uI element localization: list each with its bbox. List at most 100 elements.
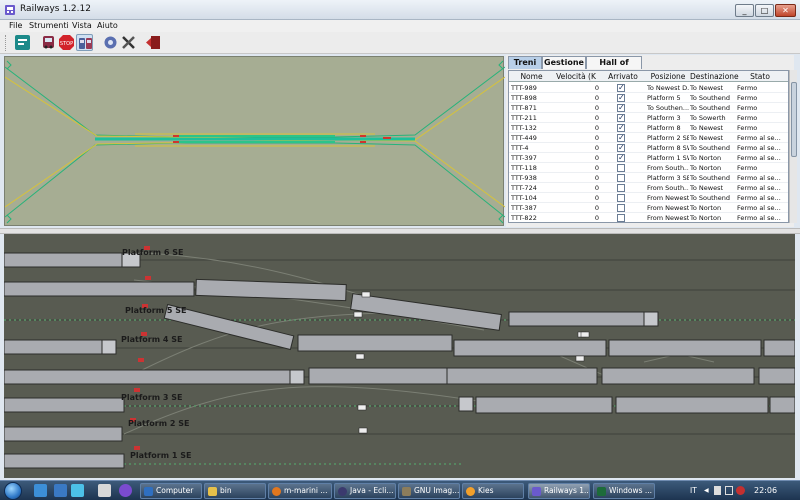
table-row[interactable]: TTT-397 0 Platform 1 SWTo Norton Fermo al s… [509, 153, 788, 163]
taskbar-firefox[interactable]: m-marini ... [268, 483, 332, 499]
column-destinazione[interactable]: Destinazione [690, 72, 739, 81]
clock[interactable]: 22:06 [754, 486, 777, 495]
taskbar-kies[interactable]: Kies [462, 483, 524, 499]
folder-icon[interactable] [54, 484, 67, 497]
cell-state: Fermo al se... [737, 134, 781, 142]
cell-destination: To Norton [690, 214, 722, 222]
arrived-checkbox[interactable] [617, 123, 625, 132]
cell-destination: To Southend [690, 94, 731, 102]
menu-vista[interactable]: Vista [72, 21, 92, 30]
menu-file[interactable]: File [9, 21, 22, 30]
arrived-checkbox[interactable] [617, 214, 625, 222]
arrived-checkbox[interactable] [617, 93, 625, 102]
cell-name: TTT-132 [511, 124, 537, 132]
column-posizione[interactable]: Posizione [647, 72, 689, 81]
arrived-checkbox[interactable] [617, 143, 625, 152]
tab-treni[interactable]: Treni [508, 56, 542, 69]
start-button[interactable] [4, 482, 22, 500]
cell-name: TTT-104 [511, 194, 537, 202]
arrived-checkbox[interactable] [617, 194, 625, 202]
table-row[interactable]: TTT-989 0 To Newest D...To Newest Fermo [509, 83, 788, 93]
table-row[interactable]: TTT-387 0 From Newest To Norton Fermo al se.… [509, 203, 788, 213]
taskbar-gimp[interactable]: GNU Imag... [398, 483, 460, 499]
arrived-checkbox[interactable] [617, 153, 625, 162]
arrived-checkbox[interactable] [617, 164, 625, 172]
menu-strumenti[interactable]: Strumenti [29, 21, 69, 30]
table-row[interactable]: TTT-118 0 From South... To Norton Fermo [509, 163, 788, 173]
cell-state: Fermo al se... [737, 174, 781, 182]
control-panel-icon[interactable] [98, 484, 111, 497]
table-row[interactable]: TTT-898 0 Platform 5 To Southend Fermo [509, 93, 788, 103]
column-nome[interactable]: Nome [511, 72, 552, 81]
stop-button[interactable]: STOP [58, 34, 75, 51]
cell-destination: To Newest [690, 134, 724, 142]
cell-position: From South... [647, 164, 689, 172]
arrived-checkbox[interactable] [617, 103, 625, 112]
toolbar-grip[interactable] [5, 35, 8, 51]
table-row[interactable]: TTT-724 0 From South... To Newest Fermo al s… [509, 183, 788, 193]
media-icon[interactable] [119, 484, 132, 497]
cell-destination: To Newest [690, 184, 724, 192]
cell-name: TTT-387 [511, 204, 537, 212]
network-icon[interactable] [725, 486, 733, 495]
taskbar-eclipse[interactable]: Java - Ecli... [334, 483, 396, 499]
cell-position: Platform 1 SW [647, 154, 689, 162]
tools-icon [122, 36, 135, 49]
close-button[interactable]: ✕ [775, 4, 796, 17]
security-alert-icon[interactable] [736, 486, 745, 495]
trains-button[interactable] [76, 34, 93, 51]
table-row[interactable]: TTT-822 0 From Newest To Norton Fermo al se.… [509, 213, 788, 222]
arrived-checkbox[interactable] [617, 133, 625, 142]
column-stato[interactable]: Stato [737, 72, 783, 81]
table-row[interactable]: TTT-132 0 Platform 8 To Newest Fermo [509, 123, 788, 133]
exit-button[interactable] [145, 34, 162, 51]
cell-destination: To Sowerth [690, 114, 726, 122]
arrived-checkbox[interactable] [617, 174, 625, 182]
taskbar-computer[interactable]: Computer [140, 483, 202, 499]
safely-remove-icon[interactable] [714, 486, 721, 495]
app-icon [5, 5, 15, 15]
maximize-button[interactable]: □ [755, 4, 774, 17]
scrollbar-thumb[interactable] [791, 82, 797, 157]
table-row[interactable]: TTT-449 0 Platform 2 SETo Newest Fermo al s… [509, 133, 788, 143]
column-arrivato[interactable]: Arrivato [601, 72, 645, 81]
tab-gestione[interactable]: Gestione [542, 56, 586, 69]
cell-name: TTT-898 [511, 94, 537, 102]
train-button[interactable] [40, 34, 57, 51]
table-scrollbar[interactable] [789, 70, 797, 223]
menu-bar: File Strumenti Vista Aiuto [0, 20, 800, 32]
table-row[interactable]: TTT-211 0 Platform 3 To Sowerth Fermo [509, 113, 788, 123]
arrived-checkbox[interactable] [617, 184, 625, 192]
taskbar-windows[interactable]: Windows ... [593, 483, 655, 499]
gimp-icon [402, 487, 411, 496]
layout-button[interactable] [14, 34, 31, 51]
tab-hall-of-fame[interactable]: Hall of Fame [586, 56, 642, 79]
tray-expand-icon[interactable]: ◀ [704, 487, 709, 494]
cell-name: TTT-397 [511, 154, 537, 162]
column-velocita[interactable]: Velocità (K [553, 72, 599, 81]
ie-icon[interactable] [34, 484, 47, 497]
cell-speed: 0 [594, 94, 599, 102]
menu-aiuto[interactable]: Aiuto [97, 21, 118, 30]
table-row[interactable]: TTT-938 0 Platform 3 SE To Southend Fermo al… [509, 173, 788, 183]
table-row[interactable]: TTT-871 0 To Southen...To Southend Fermo [509, 103, 788, 113]
railways-icon [532, 487, 541, 496]
messenger-icon[interactable] [71, 484, 84, 497]
taskbar-bin[interactable]: bin [204, 483, 266, 499]
overview-map[interactable] [4, 56, 506, 226]
arrived-checkbox[interactable] [617, 204, 625, 212]
cell-name: TTT-989 [511, 84, 537, 92]
kies-icon [466, 487, 475, 496]
table-row[interactable]: TTT-4 0 Platform 8 SWTo Southend Fermo al s… [509, 143, 788, 153]
cell-speed: 0 [594, 184, 599, 192]
table-row[interactable]: TTT-104 0 From Newest...To Southend Fermo a… [509, 193, 788, 203]
tools-button[interactable] [120, 34, 137, 51]
language-indicator[interactable]: IT [690, 486, 697, 495]
track-detail-view[interactable]: Platform 6 SE Platform 5 SE Platform 4 S… [4, 234, 795, 478]
settings-button[interactable] [102, 34, 119, 51]
taskbar-railways[interactable]: Railways 1.... [528, 483, 590, 499]
arrived-checkbox[interactable] [617, 83, 625, 92]
cell-state: Fermo [737, 84, 758, 92]
minimize-button[interactable]: _ [735, 4, 754, 17]
arrived-checkbox[interactable] [617, 113, 625, 122]
